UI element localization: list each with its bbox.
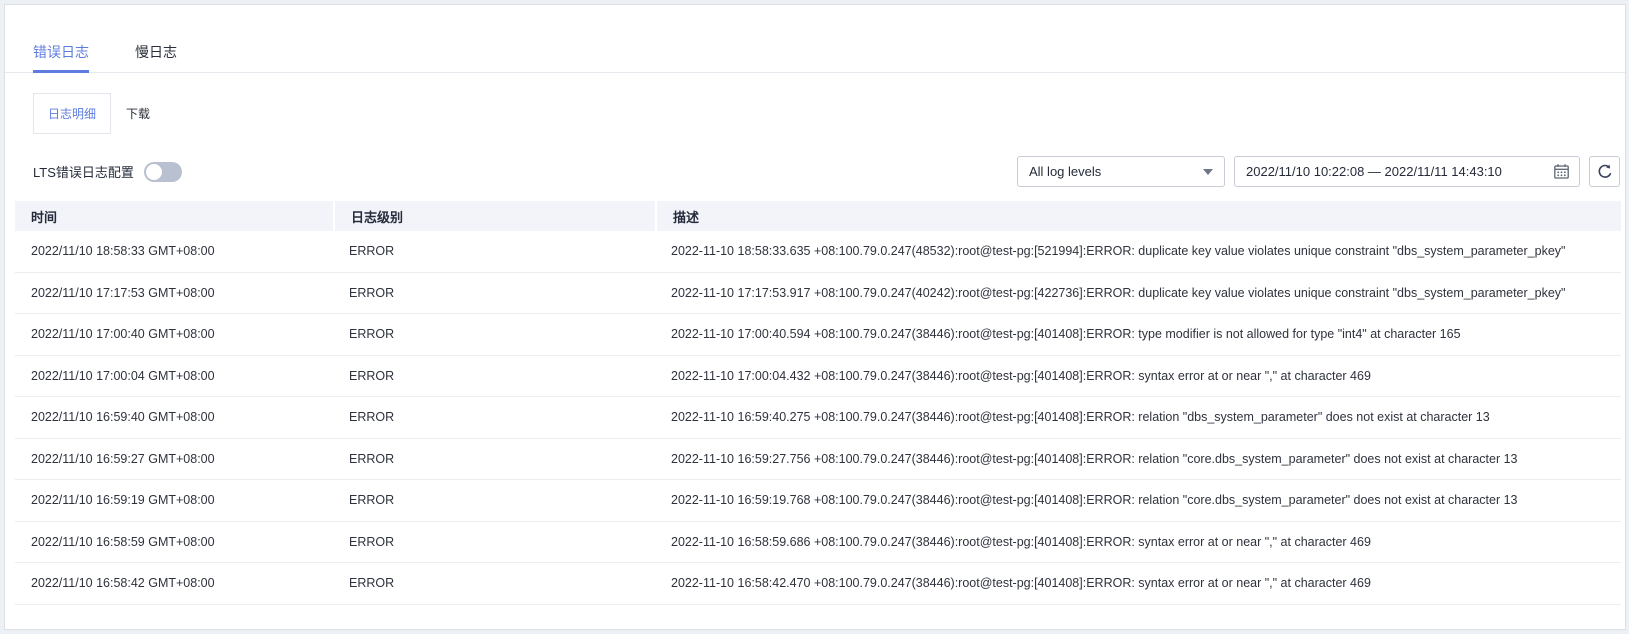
table-row: 2022/11/10 16:59:40 GMT+08:00 ERROR 2022…	[15, 397, 1621, 439]
cell-time: 2022/11/10 16:59:27 GMT+08:00	[31, 451, 215, 466]
cell-desc: 2022-11-10 16:59:27.756 +08:100.79.0.247…	[671, 451, 1518, 466]
log-level-selected-value: All log levels	[1029, 164, 1102, 179]
cell-desc: 2022-11-10 16:58:59.686 +08:100.79.0.247…	[671, 534, 1371, 549]
cell-desc: 2022-11-10 18:58:33.635 +08:100.79.0.247…	[671, 244, 1566, 259]
toggle-knob	[145, 163, 162, 180]
filters-group: All log levels 2022/11/10 10:22:08 — 202…	[1017, 156, 1620, 187]
table-header: 时间 日志级别 描述	[15, 201, 1621, 231]
cell-time: 2022/11/10 17:00:40 GMT+08:00	[31, 327, 215, 342]
cell-time: 2022/11/10 16:59:40 GMT+08:00	[31, 410, 215, 425]
column-header-time: 时间	[15, 201, 333, 231]
controls-row: LTS错误日志配置 All log levels 2022/11/10 10:2…	[33, 156, 1620, 187]
cell-level: ERROR	[349, 285, 395, 300]
tab-slow-log[interactable]: 慢日志	[135, 45, 177, 72]
table-row: 2022/11/10 16:58:42 GMT+08:00 ERROR 2022…	[15, 563, 1621, 605]
table-row: 2022/11/10 18:58:33 GMT+08:00 ERROR 2022…	[15, 231, 1621, 273]
chevron-down-icon	[1203, 168, 1213, 175]
lts-toggle[interactable]	[143, 161, 182, 182]
lts-config-label: LTS错误日志配置	[33, 165, 134, 180]
column-header-level: 日志级别	[333, 201, 655, 231]
column-header-desc: 描述	[655, 201, 1621, 231]
cell-time: 2022/11/10 17:00:04 GMT+08:00	[31, 368, 215, 383]
subtab-download[interactable]: 下载	[111, 93, 165, 134]
cell-level: ERROR	[349, 493, 395, 508]
subtab-log-detail[interactable]: 日志明细	[33, 93, 112, 134]
cell-desc: 2022-11-10 17:00:04.432 +08:100.79.0.247…	[671, 368, 1371, 383]
cell-level: ERROR	[349, 534, 395, 549]
refresh-icon	[1596, 163, 1614, 181]
table-row: 2022/11/10 17:00:04 GMT+08:00 ERROR 2022…	[15, 356, 1621, 397]
top-tabs: 错误日志 慢日志	[5, 5, 1625, 73]
cell-time: 2022/11/10 17:17:53 GMT+08:00	[31, 285, 215, 300]
log-panel-card: 错误日志 慢日志 日志明细 下载 LTS错误日志配置 All log level…	[4, 4, 1626, 630]
cell-time: 2022/11/10 16:59:19 GMT+08:00	[31, 493, 215, 508]
cell-desc: 2022-11-10 17:17:53.917 +08:100.79.0.247…	[671, 285, 1566, 300]
table-row: 2022/11/10 16:59:27 GMT+08:00 ERROR 2022…	[15, 439, 1621, 480]
calendar-icon[interactable]	[1553, 163, 1570, 180]
table-row: 2022/11/10 17:17:53 GMT+08:00 ERROR 2022…	[15, 273, 1621, 314]
cell-desc: 2022-11-10 16:58:42.470 +08:100.79.0.247…	[671, 576, 1371, 591]
table-row: 2022/11/10 16:59:19 GMT+08:00 ERROR 2022…	[15, 480, 1621, 522]
cell-level: ERROR	[349, 576, 395, 591]
cell-level: ERROR	[349, 327, 395, 342]
table-body: 2022/11/10 18:58:33 GMT+08:00 ERROR 2022…	[15, 231, 1621, 605]
cell-time: 2022/11/10 16:58:42 GMT+08:00	[31, 576, 215, 591]
cell-level: ERROR	[349, 410, 395, 425]
cell-level: ERROR	[349, 368, 395, 383]
cell-desc: 2022-11-10 17:00:40.594 +08:100.79.0.247…	[671, 327, 1461, 342]
tab-error-log[interactable]: 错误日志	[33, 45, 89, 73]
sub-tabs: 日志明细 下载	[33, 93, 1625, 134]
refresh-button[interactable]	[1589, 156, 1620, 187]
table-row: 2022/11/10 17:00:40 GMT+08:00 ERROR 2022…	[15, 314, 1621, 356]
table-row: 2022/11/10 16:58:59 GMT+08:00 ERROR 2022…	[15, 522, 1621, 563]
log-level-select[interactable]: All log levels	[1017, 156, 1225, 187]
cell-level: ERROR	[349, 451, 395, 466]
date-range-input[interactable]: 2022/11/10 10:22:08 — 2022/11/11 14:43:1…	[1234, 156, 1580, 187]
cell-time: 2022/11/10 16:58:59 GMT+08:00	[31, 534, 215, 549]
error-log-table: 时间 日志级别 描述 2022/11/10 18:58:33 GMT+08:00…	[15, 201, 1621, 605]
lts-config-group: LTS错误日志配置	[33, 161, 182, 182]
cell-desc: 2022-11-10 16:59:40.275 +08:100.79.0.247…	[671, 410, 1490, 425]
cell-time: 2022/11/10 18:58:33 GMT+08:00	[31, 244, 215, 259]
cell-level: ERROR	[349, 244, 395, 259]
date-range-value: 2022/11/10 10:22:08 — 2022/11/11 14:43:1…	[1246, 164, 1502, 179]
cell-desc: 2022-11-10 16:59:19.768 +08:100.79.0.247…	[671, 493, 1518, 508]
